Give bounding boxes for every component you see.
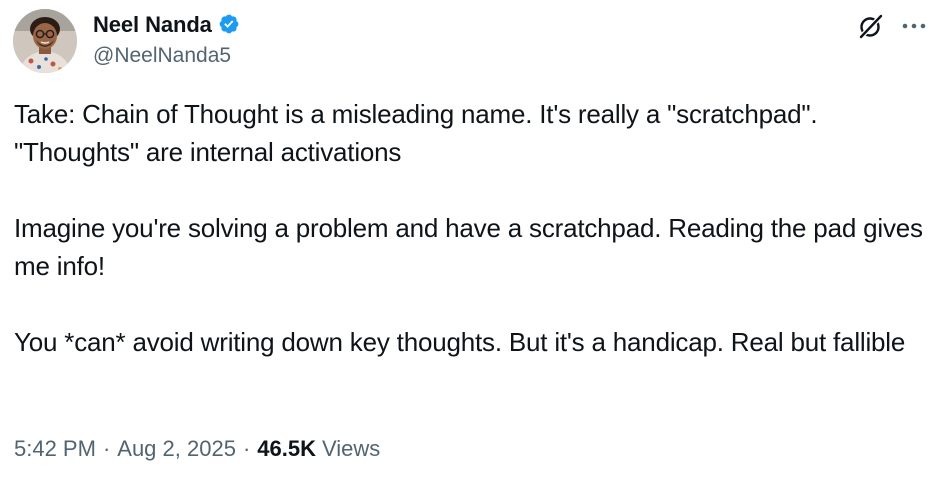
grok-icon[interactable] (856, 11, 886, 41)
views-count: 46.5K (257, 436, 316, 461)
author-display-name[interactable]: Neel Nanda (93, 12, 212, 38)
author-name-row: Neel Nanda (93, 10, 242, 40)
meta-separator: · (102, 436, 111, 461)
avatar[interactable] (13, 9, 77, 73)
avatar-image (13, 9, 77, 73)
tweet-text: Take: Chain of Thought is a misleading n… (14, 95, 939, 361)
verified-badge-icon (219, 14, 239, 34)
tweet-time[interactable]: 5:42 PM (14, 436, 96, 462)
meta-separator: · (242, 436, 251, 461)
tweet-paragraph: Take: Chain of Thought is a misleading n… (14, 99, 818, 167)
tweet-paragraph: You *can* avoid writing down key thought… (14, 327, 906, 357)
views-label: Views (321, 436, 381, 461)
tweet-meta: 5:42 PM · Aug 2, 2025 · 46.5K Views (14, 436, 380, 462)
tweet-date[interactable]: Aug 2, 2025 (117, 436, 236, 462)
author-handle[interactable]: @NeelNanda5 (93, 44, 231, 68)
tweet-paragraph: Imagine you're solving a problem and hav… (14, 213, 923, 281)
more-options-icon[interactable] (900, 14, 928, 38)
tweet: Neel Nanda @NeelNanda5 Take: Chain of Th… (0, 0, 949, 490)
